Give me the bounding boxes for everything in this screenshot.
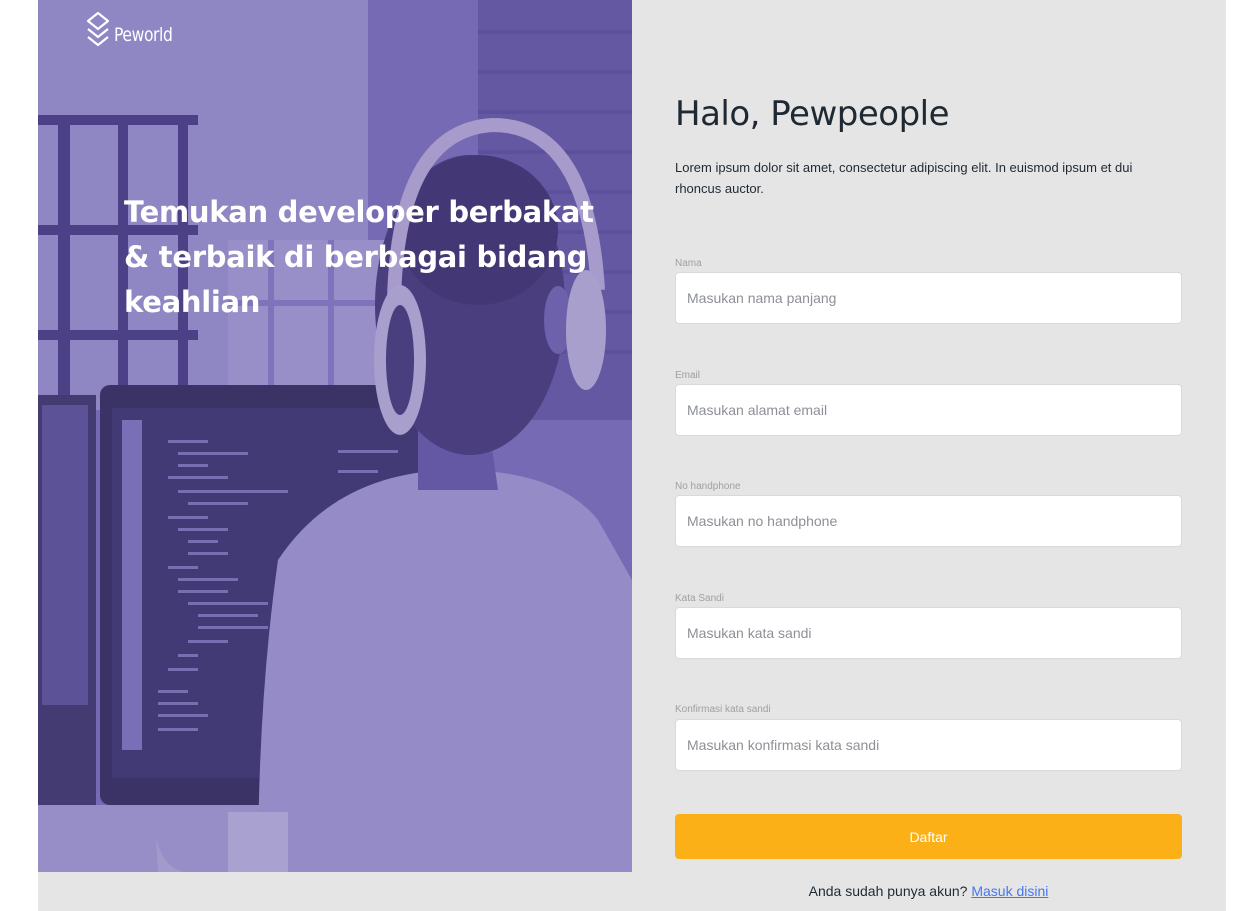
confirm-password-label: Konfirmasi kata sandi bbox=[675, 704, 771, 715]
phone-input[interactable] bbox=[675, 495, 1182, 547]
phone-label: No handphone bbox=[675, 481, 741, 492]
email-input[interactable] bbox=[675, 384, 1182, 436]
login-prompt-text: Anda sudah punya akun? bbox=[808, 883, 968, 899]
hero-overlay bbox=[38, 0, 632, 872]
hero-title: Temukan developer berbakat & terbaik di … bbox=[124, 195, 594, 319]
brand-name: Peworld bbox=[114, 23, 173, 46]
brand-logo[interactable]: Peworld bbox=[86, 11, 185, 56]
login-prompt-line: Anda sudah punya akun? Masuk disini bbox=[675, 883, 1182, 899]
register-page: Peworld Temukan developer berbakat & ter… bbox=[38, 0, 1226, 911]
register-button[interactable]: Daftar bbox=[675, 814, 1182, 859]
password-label: Kata Sandi bbox=[675, 593, 724, 604]
email-label: Email bbox=[675, 370, 701, 381]
login-link[interactable]: Masuk disini bbox=[971, 883, 1048, 899]
name-label: Nama bbox=[675, 258, 702, 269]
confirm-password-input[interactable] bbox=[675, 719, 1182, 771]
stacked-chevrons-icon bbox=[86, 11, 110, 56]
page-title: Halo, Pewpeople bbox=[675, 94, 950, 134]
hero-panel: Peworld Temukan developer berbakat & ter… bbox=[38, 0, 632, 872]
intro-text: Lorem ipsum dolor sit amet, consectetur … bbox=[675, 160, 1133, 196]
password-input[interactable] bbox=[675, 607, 1182, 659]
name-input[interactable] bbox=[675, 272, 1182, 324]
